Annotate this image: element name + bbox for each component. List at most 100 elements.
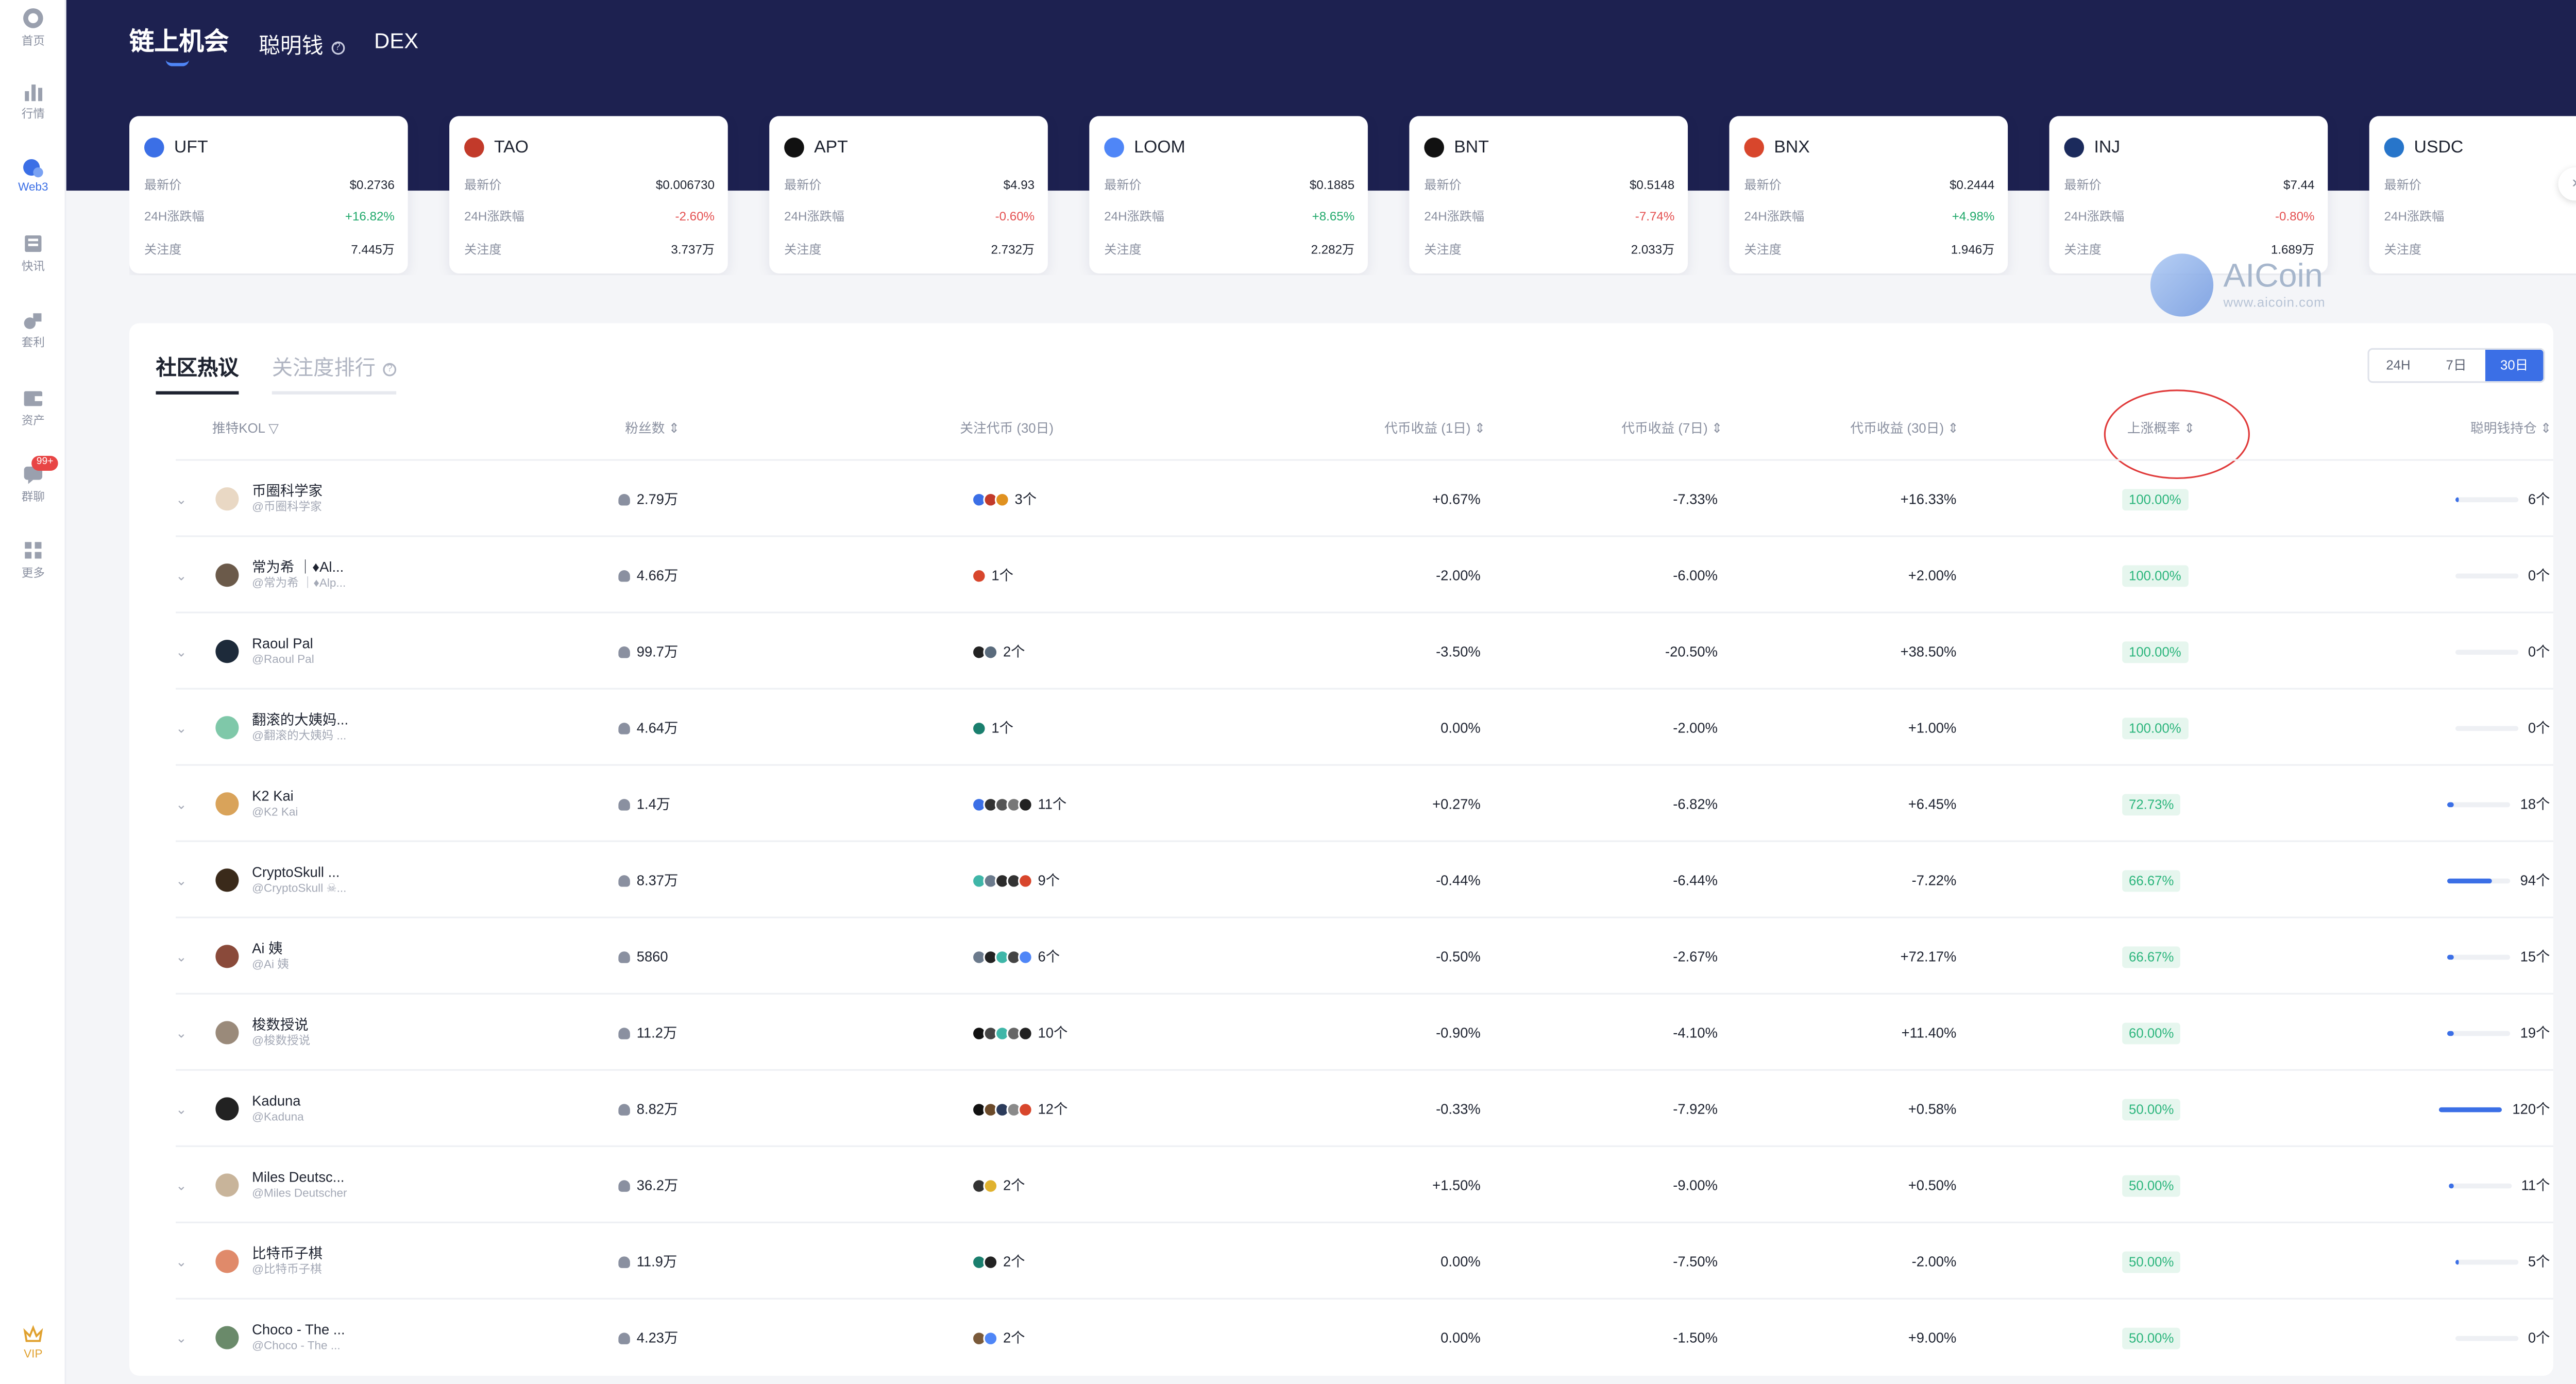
kol-cell[interactable]: 梭数授说 @梭数授说 [252, 995, 310, 1071]
sidebar-item-assets[interactable]: 资产 [0, 386, 66, 430]
rise-probability-badge: 100.00% [2122, 640, 2188, 662]
nav-tab-dex[interactable]: DEX [374, 28, 418, 53]
coin-card[interactable]: BNX 最新价 $0.2444 24H涨跌幅 +4.98% 关注度 1.946万 [1729, 116, 2008, 274]
kol-cell[interactable]: 翻滚的大姨妈... @翻滚的大姨妈 ... [252, 690, 348, 766]
expand-chevron-icon[interactable]: ⌄ [176, 1147, 192, 1223]
table-row[interactable]: ⌄ K2 Kai @K2 Kai 1.4万 11个 +0.27% -6.82% … [176, 764, 2553, 841]
chat-unread-badge: 99+ [31, 455, 59, 471]
followed-coins-cell[interactable]: 1个 [971, 690, 1013, 766]
expand-chevron-icon[interactable]: ⌄ [176, 461, 192, 537]
expand-chevron-icon[interactable]: ⌄ [176, 842, 192, 918]
nav-tab-onchain[interactable]: 链上机会 [129, 23, 229, 66]
kol-cell[interactable]: K2 Kai @K2 Kai [252, 766, 298, 842]
followed-coins-cell[interactable]: 1个 [971, 537, 1013, 613]
kol-cell[interactable]: CryptoSkull ... @CryptoSkull ☠... [252, 842, 346, 918]
sidebar-label: 首页 [21, 36, 45, 48]
kol-cell[interactable]: Choco - The ... @Choco - The ... [252, 1300, 345, 1376]
sidebar-item-chat[interactable]: 99+ 群聊 [0, 455, 66, 506]
return-1d: -2.00% [1436, 567, 1481, 584]
followed-coins-cell[interactable]: 2个 [971, 613, 1025, 690]
table-row[interactable]: ⌄ 币圈科学家 @币圈科学家 2.79万 3个 +0.67% -7.33% +1… [176, 459, 2553, 535]
help-icon[interactable]: ? [331, 41, 345, 54]
coin-card[interactable]: TAO 最新价 $0.006730 24H涨跌幅 -2.60% 关注度 3.73… [449, 116, 728, 274]
sidebar-item-news[interactable]: 快讯 [0, 232, 66, 276]
col-return-7d[interactable]: 代币收益 (7日) ⇕ [1621, 419, 1722, 437]
followed-coins-cell[interactable]: 12个 [971, 1071, 1067, 1147]
coin-icon [1018, 1025, 1033, 1040]
change-row: 24H涨跌幅 -2.60% [464, 201, 715, 233]
table-row[interactable]: ⌄ CryptoSkull ... @CryptoSkull ☠... 8.37… [176, 840, 2553, 918]
table-row[interactable]: ⌄ 梭数授说 @梭数授说 11.2万 10个 -0.90% -4.10% +11… [176, 993, 2553, 1069]
attention-value: 2.282万 [1311, 241, 1355, 257]
kol-handle: @翻滚的大姨妈 ... [252, 731, 347, 743]
kol-cell[interactable]: Ai 姨 @Ai 姨 [252, 918, 289, 995]
return-1d: 0.00% [1440, 719, 1481, 736]
table-row[interactable]: ⌄ Kaduna @Kaduna 8.82万 12个 -0.33% -7.92%… [176, 1069, 2553, 1146]
followed-coins-cell[interactable]: 2个 [971, 1147, 1025, 1223]
coin-card[interactable]: USDC 最新价 24H涨跌幅 关注度 1 [2369, 116, 2576, 274]
followed-coins-cell[interactable]: 9个 [971, 842, 1060, 918]
range-24h[interactable]: 24H [2369, 350, 2428, 382]
followed-coins-cell[interactable]: 10个 [971, 995, 1068, 1071]
expand-chevron-icon[interactable]: ⌄ [176, 537, 192, 613]
sidebar-item-home[interactable]: 首页 [0, 7, 66, 50]
rise-probability-badge: 50.00% [2122, 1251, 2181, 1272]
coin-card[interactable]: LOOM 最新价 $0.1885 24H涨跌幅 +8.65% 关注度 2.282… [1089, 116, 1368, 274]
table-row[interactable]: ⌄ 比特币子棋 @比特币子棋 11.9万 2个 0.00% -7.50% -2.… [176, 1221, 2553, 1300]
expand-chevron-icon[interactable]: ⌄ [176, 766, 192, 842]
expand-chevron-icon[interactable]: ⌄ [176, 1223, 192, 1300]
followed-coins-cell[interactable]: 2个 [971, 1223, 1025, 1300]
kol-cell[interactable]: 币圈科学家 @币圈科学家 [252, 461, 323, 537]
holding-count: 0个 [2528, 719, 2550, 736]
col-fans[interactable]: 粉丝数 ⇕ [625, 419, 680, 437]
tab-community-discussion[interactable]: 社区热议 [156, 350, 239, 395]
kol-cell[interactable]: 常为希 ｜♦Al... @常为希 ｜♦Alp... [252, 537, 346, 613]
sidebar-item-more[interactable]: 更多 [0, 539, 66, 582]
coin-card[interactable]: BNT 最新价 $0.5148 24H涨跌幅 -7.74% 关注度 2.033万 [1409, 116, 1688, 274]
panel-tabs: 社区热议 关注度排行 ? [156, 350, 397, 395]
sidebar-item-arbitrage[interactable]: 套利 [0, 309, 66, 352]
table-row[interactable]: ⌄ Choco - The ... @Choco - The ... 4.23万… [176, 1297, 2553, 1376]
range-7d[interactable]: 7日 [2427, 350, 2485, 382]
followed-coins-cell[interactable]: 3个 [971, 461, 1037, 537]
price-value: $0.2736 [349, 177, 395, 193]
sidebar-vip[interactable]: VIP [0, 1323, 66, 1361]
kol-cell[interactable]: 比特币子棋 @比特币子棋 [252, 1223, 323, 1300]
kol-cell[interactable]: Kaduna @Kaduna [252, 1071, 304, 1147]
col-return-1d[interactable]: 代币收益 (1日) ⇕ [1384, 419, 1485, 437]
kol-cell[interactable]: Raoul Pal @Raoul Pal [252, 613, 314, 690]
range-30d[interactable]: 30日 [2485, 350, 2544, 382]
table-row[interactable]: ⌄ Miles Deutsc... @Miles Deutscher 36.2万… [176, 1145, 2553, 1223]
expand-chevron-icon[interactable]: ⌄ [176, 613, 192, 690]
followed-coins-cell[interactable]: 11个 [971, 766, 1066, 842]
coin-card[interactable]: UFT 最新价 $0.2736 24H涨跌幅 +16.82% 关注度 7.445… [129, 116, 408, 274]
expand-chevron-icon[interactable]: ⌄ [176, 995, 192, 1071]
table-row[interactable]: ⌄ Raoul Pal @Raoul Pal 99.7万 2个 -3.50% -… [176, 611, 2553, 688]
expand-chevron-icon[interactable]: ⌄ [176, 1071, 192, 1147]
sidebar-item-web3[interactable]: Web3 [0, 156, 66, 194]
followed-coins-cell[interactable]: 2个 [971, 1300, 1025, 1376]
tab-attention-ranking[interactable]: 关注度排行 ? [272, 350, 397, 395]
table-row[interactable]: ⌄ 常为希 ｜♦Al... @常为希 ｜♦Alp... 4.66万 1个 -2.… [176, 535, 2553, 611]
expand-chevron-icon[interactable]: ⌄ [176, 918, 192, 995]
kol-cell[interactable]: Miles Deutsc... @Miles Deutscher [252, 1147, 347, 1223]
coin-card[interactable]: INJ 最新价 $7.44 24H涨跌幅 -0.80% 关注度 1.689万 [2049, 116, 2328, 274]
expand-chevron-icon[interactable]: ⌄ [176, 1300, 192, 1376]
expand-chevron-icon[interactable]: ⌄ [176, 690, 192, 766]
holding-bar [2448, 1183, 2512, 1188]
col-return-30d[interactable]: 代币收益 (30日) ⇕ [1850, 419, 1958, 437]
col-smart-money-holding[interactable]: 聪明钱持仓 ⇕ [2470, 419, 2551, 437]
coin-card[interactable]: APT 最新价 $4.93 24H涨跌幅 -0.60% 关注度 2.732万 [769, 116, 1048, 274]
col-kol[interactable]: 推特KOL ▽ [212, 419, 279, 437]
help-icon[interactable]: ? [383, 362, 397, 376]
sidebar-item-market[interactable]: 行情 [0, 79, 66, 123]
table-row[interactable]: ⌄ 翻滚的大姨妈... @翻滚的大姨妈 ... 4.64万 1个 0.00% -… [176, 688, 2553, 764]
change-label: 24H涨跌幅 [1424, 209, 1485, 225]
followed-coins-cell[interactable]: 6个 [971, 918, 1060, 995]
coin-count: 10个 [1038, 1024, 1068, 1041]
nav-tab-smart-money[interactable]: 聪明钱 ? [259, 28, 345, 60]
filter-icon[interactable]: ▽ [268, 421, 279, 436]
table-row[interactable]: ⌄ Ai 姨 @Ai 姨 5860 6个 -0.50% -2.67% +72.1… [176, 916, 2553, 995]
holding-count: 18个 [2520, 795, 2550, 812]
kol-name: 翻滚的大姨妈... [252, 711, 349, 728]
